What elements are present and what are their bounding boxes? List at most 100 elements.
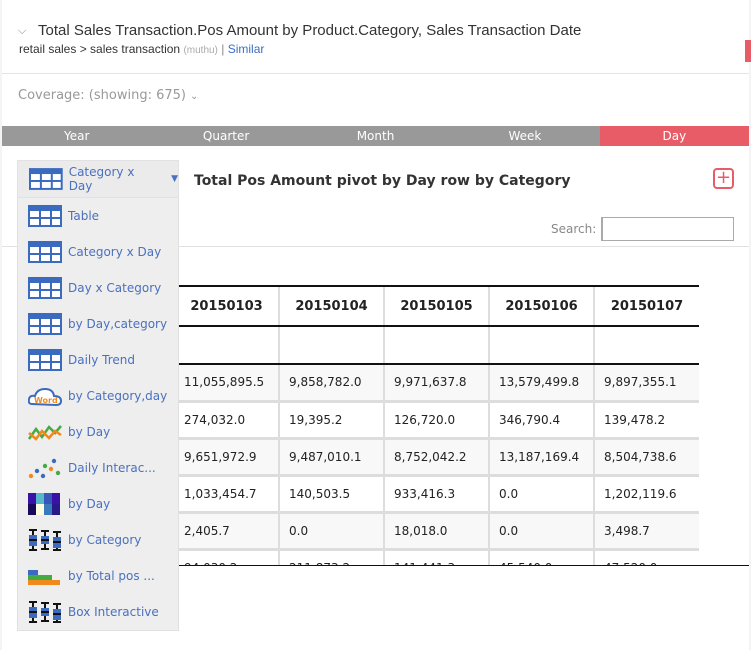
box-plot-icon xyxy=(29,601,61,623)
period-tab-month[interactable]: Month xyxy=(301,126,450,146)
menu-item[interactable]: Word by Category,day xyxy=(18,378,178,414)
word-cloud-icon: Word xyxy=(28,387,62,407)
owner-label: (muthu) xyxy=(183,45,218,56)
table-cell: 9,487,010.1 xyxy=(278,438,384,477)
table-cell: 8,752,042.2 xyxy=(383,438,489,477)
menu-item-label: Daily Trend xyxy=(68,353,136,367)
table-cell: 0.0 xyxy=(488,475,594,514)
menu-item[interactable]: by Day xyxy=(18,414,178,450)
column-header[interactable]: 20150103 xyxy=(173,285,279,327)
menu-item-label: by Category xyxy=(68,533,142,547)
table-cell: 9,651,972.9 xyxy=(173,438,279,477)
pivot-title: Total Pos Amount pivot by Day row by Cat… xyxy=(194,173,571,189)
table-cell: 19,395.2 xyxy=(278,401,384,440)
similar-link[interactable]: Similar xyxy=(228,42,265,56)
scatter-icon xyxy=(28,458,61,479)
breadcrumb: retail sales > sales transaction (muthu)… xyxy=(19,42,264,56)
subheader-cell xyxy=(173,326,279,365)
period-tab-week[interactable]: Week xyxy=(450,126,599,146)
breadcrumb-path: retail sales > sales transaction xyxy=(19,42,181,56)
chevron-down-icon: ⌄ xyxy=(189,91,199,102)
menu-item[interactable]: Category x Day xyxy=(18,234,178,270)
table-cell: 141,441.3 xyxy=(383,549,489,566)
coverage-label: Coverage: (showing: 675) xyxy=(18,88,186,103)
menu-item[interactable]: by Day,category xyxy=(18,306,178,342)
subheader-cell xyxy=(593,326,699,365)
table-icon xyxy=(29,168,63,190)
menu-item[interactable]: Daily Interac... xyxy=(18,450,178,486)
menu-item[interactable]: by Total pos ... xyxy=(18,558,178,594)
table-cell: 11,055,895.5 xyxy=(173,364,279,403)
column-header[interactable]: 20150107 xyxy=(593,285,699,327)
table-icon xyxy=(28,349,62,371)
subheader-cell xyxy=(488,326,594,365)
table-icon xyxy=(28,277,62,299)
table-cell: 18,018.0 xyxy=(383,512,489,551)
menu-item[interactable]: Table xyxy=(18,198,178,234)
visualization-menu: Table Category x Day Day x Category by Day,… xyxy=(17,198,179,631)
table-cell: 9,971,637.8 xyxy=(383,364,489,403)
menu-item[interactable]: by Day xyxy=(18,486,178,522)
table-cell: 126,720.0 xyxy=(383,401,489,440)
visualization-selector[interactable]: Category x Day ▼ xyxy=(17,160,179,198)
column-header[interactable]: 20150106 xyxy=(488,285,594,327)
subheader-cell xyxy=(383,326,489,365)
period-tab-year[interactable]: Year xyxy=(2,126,151,146)
collapse-chevron-icon[interactable]: ⌵ xyxy=(18,24,32,38)
table-cell: 2,405.7 xyxy=(173,512,279,551)
table-icon xyxy=(28,313,62,335)
caret-down-icon: ▼ xyxy=(171,174,178,184)
table-cell: 346,790.4 xyxy=(488,401,594,440)
table-cell: 140,503.5 xyxy=(278,475,384,514)
table-cell: 9,897,355.1 xyxy=(593,364,699,403)
menu-item[interactable]: Box Interactive xyxy=(18,594,178,630)
column-header[interactable]: 20150104 xyxy=(278,285,384,327)
column-header[interactable]: 20150105 xyxy=(383,285,489,327)
table-cell: 8,504,738.6 xyxy=(593,438,699,477)
table-cell: 211,873.2 xyxy=(278,549,384,566)
add-icon[interactable]: + xyxy=(713,168,734,189)
table-cell: 139,478.2 xyxy=(593,401,699,440)
menu-item-label: by Total pos ... xyxy=(68,569,155,583)
report-title: Total Sales Transaction.Pos Amount by Pr… xyxy=(38,22,582,39)
table-cell: 3,498.7 xyxy=(593,512,699,551)
menu-item-label: by Day xyxy=(68,497,111,511)
table-cell: 13,187,169.4 xyxy=(488,438,594,477)
bar-chart-icon xyxy=(28,570,60,585)
menu-item[interactable]: by Category xyxy=(18,522,178,558)
separator: | xyxy=(221,42,225,56)
menu-item-label: Category x Day xyxy=(68,245,162,259)
table-cell: 933,416.3 xyxy=(383,475,489,514)
box-plot-icon xyxy=(29,529,61,551)
search-input[interactable] xyxy=(601,217,734,241)
table-icon xyxy=(28,241,62,263)
table-cell: 1,202,119.6 xyxy=(593,475,699,514)
table-cell: 274,032.0 xyxy=(173,401,279,440)
table-cell: 1,033,454.7 xyxy=(173,475,279,514)
search-label: Search: xyxy=(551,222,597,236)
period-tab-quarter[interactable]: Quarter xyxy=(151,126,300,146)
menu-item-label: Table xyxy=(68,209,100,223)
table-cell: 0.0 xyxy=(488,512,594,551)
table-cell: 47,520.0 xyxy=(593,549,699,566)
coverage-toggle[interactable]: Coverage: (showing: 675) ⌄ xyxy=(18,88,198,103)
heatmap-icon xyxy=(28,493,60,515)
svg-text:Word: Word xyxy=(34,396,58,405)
table-cell: 9,858,782.0 xyxy=(278,364,384,403)
period-tabs: Year Quarter Month Week Day xyxy=(2,126,750,146)
report-header: ⌵ Total Sales Transaction.Pos Amount by … xyxy=(2,0,751,74)
table-cell: 0.0 xyxy=(278,512,384,551)
menu-item-label: by Day,category xyxy=(68,317,168,331)
menu-item-label: by Category,day xyxy=(68,389,168,403)
menu-item[interactable]: Day x Category xyxy=(18,270,178,306)
side-tab[interactable] xyxy=(745,40,751,62)
table-cell: 94,030.2 xyxy=(173,549,279,566)
menu-item[interactable]: Daily Trend xyxy=(18,342,178,378)
period-tab-day[interactable]: Day xyxy=(599,126,750,146)
menu-item-label: by Day xyxy=(68,425,111,439)
line-chart-icon xyxy=(28,425,62,441)
visualization-selector-label: Category x Day xyxy=(68,165,135,193)
subheader-cell xyxy=(278,326,384,365)
table-cell: 45,540.0 xyxy=(488,549,594,566)
menu-item-label: Box Interactive xyxy=(68,605,159,619)
